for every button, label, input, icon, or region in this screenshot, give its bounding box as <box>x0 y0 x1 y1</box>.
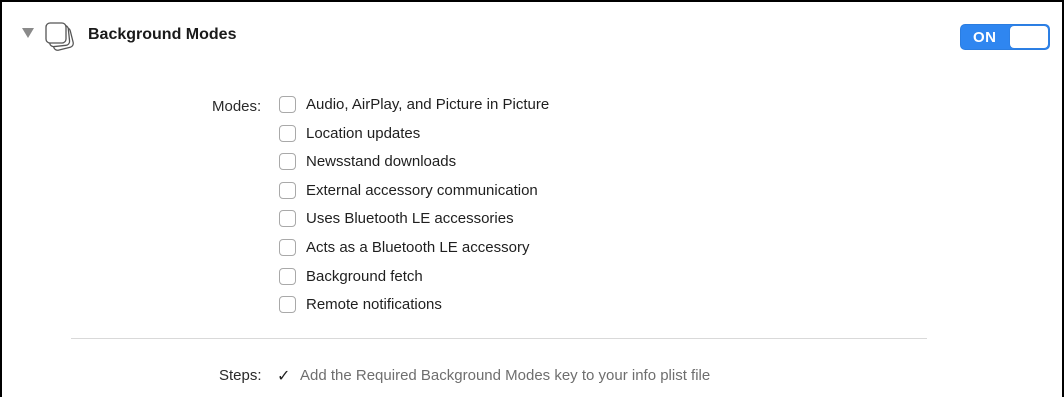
mode-checkbox[interactable] <box>279 210 296 228</box>
mode-item[interactable]: Remote notifications <box>279 295 549 324</box>
toggle-label: ON <box>973 29 997 46</box>
steps-text: Add the Required Background Modes key to… <box>300 367 711 384</box>
section-divider <box>71 338 927 339</box>
capability-title: Background Modes <box>88 26 237 43</box>
mode-checkbox[interactable] <box>279 124 296 142</box>
mode-item[interactable]: Uses Bluetooth LE accessories <box>279 209 549 238</box>
steps-label: Steps: <box>219 367 262 384</box>
toggle-knob[interactable] <box>1010 26 1048 48</box>
mode-checkbox[interactable] <box>279 296 296 314</box>
mode-label[interactable]: Background fetch <box>306 267 423 287</box>
mode-item[interactable]: Location updates <box>279 124 549 153</box>
mode-label[interactable]: Remote notifications <box>306 295 442 315</box>
modes-label: Modes: <box>212 98 262 115</box>
mode-item[interactable]: Newsstand downloads <box>279 152 549 181</box>
mode-checkbox[interactable] <box>279 153 296 171</box>
mode-checkbox[interactable] <box>279 96 296 113</box>
mode-checkbox[interactable] <box>279 267 296 285</box>
mode-label[interactable]: Acts as a Bluetooth LE accessory <box>306 238 529 258</box>
mode-label[interactable]: Location updates <box>306 124 420 144</box>
mode-checkbox[interactable] <box>279 181 296 199</box>
mode-label[interactable]: Audio, AirPlay, and Picture in Picture <box>306 95 549 115</box>
mode-item[interactable]: Background fetch <box>279 267 549 296</box>
checkmark-icon: ✓ <box>277 366 291 385</box>
mode-item[interactable]: Audio, AirPlay, and Picture in Picture <box>279 95 549 124</box>
mode-item[interactable]: Acts as a Bluetooth LE accessory <box>279 238 549 267</box>
stacked-windows-icon <box>45 22 74 51</box>
mode-label[interactable]: External accessory communication <box>306 181 538 201</box>
mode-item[interactable]: External accessory communication <box>279 181 549 210</box>
mode-label[interactable]: Newsstand downloads <box>306 152 456 172</box>
capability-header: Background Modes ON <box>0 0 1064 70</box>
mode-label[interactable]: Uses Bluetooth LE accessories <box>306 209 514 229</box>
disclosure-triangle-icon[interactable] <box>22 28 34 38</box>
modes-list: Audio, AirPlay, and Picture in Picture L… <box>279 95 549 324</box>
mode-checkbox[interactable] <box>279 238 296 256</box>
capability-toggle[interactable]: ON <box>960 24 1050 50</box>
